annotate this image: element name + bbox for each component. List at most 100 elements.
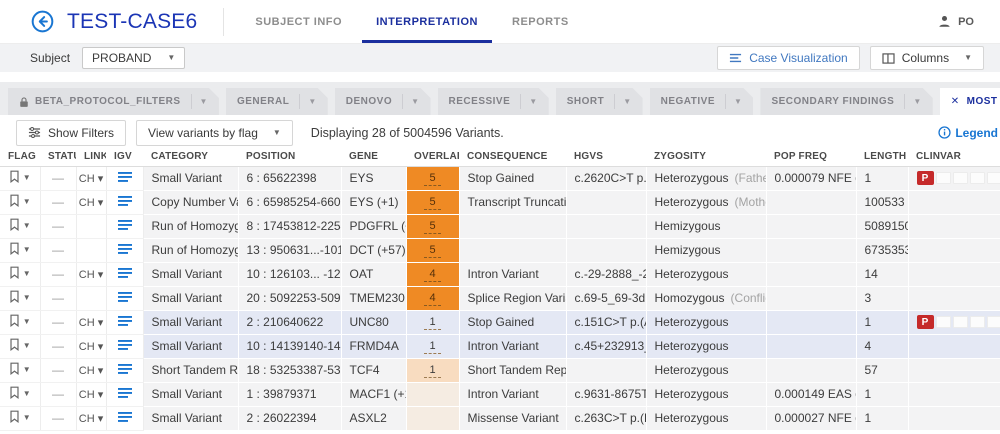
filter-tab-short[interactable]: SHORT▼: [556, 88, 643, 115]
igv-icon[interactable]: [118, 292, 132, 302]
table-row[interactable]: ▼—CH ▾Copy Number Variant6 : 65985254-66…: [0, 190, 1000, 214]
flag-button[interactable]: ▼: [9, 386, 31, 402]
table-row[interactable]: ▼—CH ▾Small Variant10 : 14139140-1413914…: [0, 334, 1000, 358]
filter-tab-recessive[interactable]: RECESSIVE▼: [438, 88, 549, 115]
overlap-count[interactable]: 5: [424, 172, 440, 186]
igv-icon[interactable]: [118, 220, 132, 230]
linked-dropdown[interactable]: CH ▾: [79, 341, 103, 353]
column-header-category[interactable]: CATEGORY: [143, 150, 238, 166]
igv-icon[interactable]: [118, 388, 132, 398]
chevron-down-icon[interactable]: ▼: [192, 97, 216, 106]
nav-tab-interpretation[interactable]: INTERPRETATION: [359, 0, 495, 43]
linked-dropdown[interactable]: CH ▾: [79, 413, 103, 425]
igv-icon[interactable]: [118, 412, 132, 422]
table-row[interactable]: ▼—CH ▾Small Variant2 : 210640622UNC801St…: [0, 310, 1000, 334]
close-icon[interactable]: ✕: [951, 96, 960, 107]
gene-cell: ASXL2: [341, 406, 406, 430]
column-header-zygosity[interactable]: ZYGOSITY: [646, 150, 766, 166]
column-header-gene[interactable]: GENE: [341, 150, 406, 166]
igv-icon[interactable]: [118, 268, 132, 278]
filter-tab-denovo[interactable]: DENOVO▼: [335, 88, 431, 115]
overlap-count[interactable]: 1: [424, 364, 440, 378]
hgvs-cell: [566, 238, 646, 262]
overlap-count[interactable]: 4: [424, 292, 440, 306]
flag-button[interactable]: ▼: [9, 242, 31, 258]
table-row[interactable]: ▼—CH ▾Small Variant1 : 39879371MACF1 (+1…: [0, 382, 1000, 406]
column-header-pop-freq[interactable]: POP FREQ: [766, 150, 856, 166]
table-row[interactable]: ▼—Small Variant20 : 5092253-5092254TMEM2…: [0, 286, 1000, 310]
flag-button[interactable]: ▼: [9, 338, 31, 354]
table-header-row: FLAGSTATUSLINKEDIGVCATEGORYPOSITIONGENEO…: [0, 150, 1000, 166]
pathogenic-badge[interactable]: P: [917, 315, 934, 329]
flag-button[interactable]: ▼: [9, 362, 31, 378]
filter-tab-most-likely[interactable]: ✕MOST LIKELY▼: [940, 88, 1000, 115]
subject-select[interactable]: PROBAND ▼: [82, 47, 185, 69]
linked-dropdown[interactable]: CH ▾: [79, 389, 103, 401]
filter-tab-secondary-findings[interactable]: SECONDARY FINDINGS▼: [760, 88, 932, 115]
table-row[interactable]: ▼—CH ▾Small Variant6 : 65622398EYS5Stop …: [0, 166, 1000, 190]
linked-dropdown[interactable]: CH ▾: [79, 173, 103, 185]
igv-icon[interactable]: [118, 340, 132, 350]
pathogenic-badge[interactable]: P: [917, 171, 934, 185]
filter-tab-general[interactable]: GENERAL▼: [226, 88, 328, 115]
column-header-clinvar[interactable]: CLINVAR: [908, 150, 1000, 166]
igv-icon[interactable]: [118, 316, 132, 326]
column-header-hgvs[interactable]: HGVS: [566, 150, 646, 166]
igv-icon[interactable]: [118, 244, 132, 254]
filter-tab-negative[interactable]: NEGATIVE▼: [650, 88, 754, 115]
column-header-linked[interactable]: LINKED: [76, 150, 106, 166]
table-row[interactable]: ▼—CH ▾Small Variant2 : 26022394ASXL2Miss…: [0, 406, 1000, 430]
column-header-overlap[interactable]: OVERLAP: [406, 150, 459, 166]
table-row[interactable]: ▼—CH ▾Small Variant10 : 126103... -12610…: [0, 262, 1000, 286]
igv-cell: [106, 166, 143, 190]
filter-tab-beta-protocol-filters[interactable]: BETA_PROTOCOL_FILTERS▼: [8, 88, 219, 115]
chevron-down-icon[interactable]: ▼: [403, 97, 427, 106]
overlap-count[interactable]: 1: [424, 340, 440, 354]
igv-icon[interactable]: [118, 196, 132, 206]
legend-link[interactable]: Legend: [938, 126, 1000, 140]
chevron-down-icon[interactable]: ▼: [726, 97, 750, 106]
chevron-down-icon[interactable]: ▼: [615, 97, 639, 106]
case-visualization-button[interactable]: Case Visualization: [717, 46, 860, 70]
flag-button[interactable]: ▼: [9, 290, 31, 306]
igv-icon[interactable]: [118, 172, 132, 182]
column-header-length[interactable]: LENGTH: [856, 150, 908, 166]
linked-dropdown[interactable]: CH ▾: [79, 317, 103, 329]
igv-icon[interactable]: [118, 364, 132, 374]
view-variants-by-dropdown[interactable]: View variants by flag ▼: [136, 120, 293, 146]
back-button[interactable]: [30, 10, 54, 34]
overlap-count[interactable]: 5: [424, 196, 440, 210]
column-header-flag[interactable]: FLAG: [0, 150, 40, 166]
columns-button[interactable]: Columns ▼: [870, 46, 984, 70]
nav-tab-subject-info[interactable]: SUBJECT INFO: [238, 0, 359, 43]
overlap-count[interactable]: 5: [424, 244, 440, 258]
linked-dropdown[interactable]: CH ▾: [79, 197, 103, 209]
table-row[interactable]: ▼—CH ▾Short Tandem Repe...18 : 53253387-…: [0, 358, 1000, 382]
columns-label: Columns: [902, 51, 949, 65]
linked-dropdown[interactable]: CH ▾: [79, 269, 103, 281]
overlap-count[interactable]: 5: [424, 220, 440, 234]
flag-button[interactable]: ▼: [9, 314, 31, 330]
column-header-consequence[interactable]: CONSEQUENCE: [459, 150, 566, 166]
chevron-down-icon[interactable]: ▼: [521, 97, 545, 106]
hgvs-cell: [566, 214, 646, 238]
linked-dropdown[interactable]: CH ▾: [79, 365, 103, 377]
overlap-count[interactable]: 1: [424, 316, 440, 330]
chevron-down-icon[interactable]: ▼: [300, 97, 324, 106]
flag-button[interactable]: ▼: [9, 410, 31, 426]
flag-button[interactable]: ▼: [9, 170, 31, 186]
flag-button[interactable]: ▼: [9, 266, 31, 282]
nav-tab-reports[interactable]: REPORTS: [495, 0, 586, 43]
consequence-cell: Transcript TruncationCop: [459, 190, 566, 214]
table-row[interactable]: ▼—Run of Homozygosity8 : 17453812-225429…: [0, 214, 1000, 238]
flag-button[interactable]: ▼: [9, 218, 31, 234]
column-header-status[interactable]: STATUS: [40, 150, 76, 166]
show-filters-button[interactable]: Show Filters: [16, 120, 126, 146]
chevron-down-icon[interactable]: ▼: [905, 97, 929, 106]
column-header-position[interactable]: POSITION: [238, 150, 341, 166]
overlap-count[interactable]: 4: [424, 268, 440, 282]
table-row[interactable]: ▼—Run of Homozygosity13 : 950631...-1017…: [0, 238, 1000, 262]
flag-button[interactable]: ▼: [9, 194, 31, 210]
column-header-igv[interactable]: IGV: [106, 150, 143, 166]
user-chip[interactable]: PO: [937, 14, 974, 29]
